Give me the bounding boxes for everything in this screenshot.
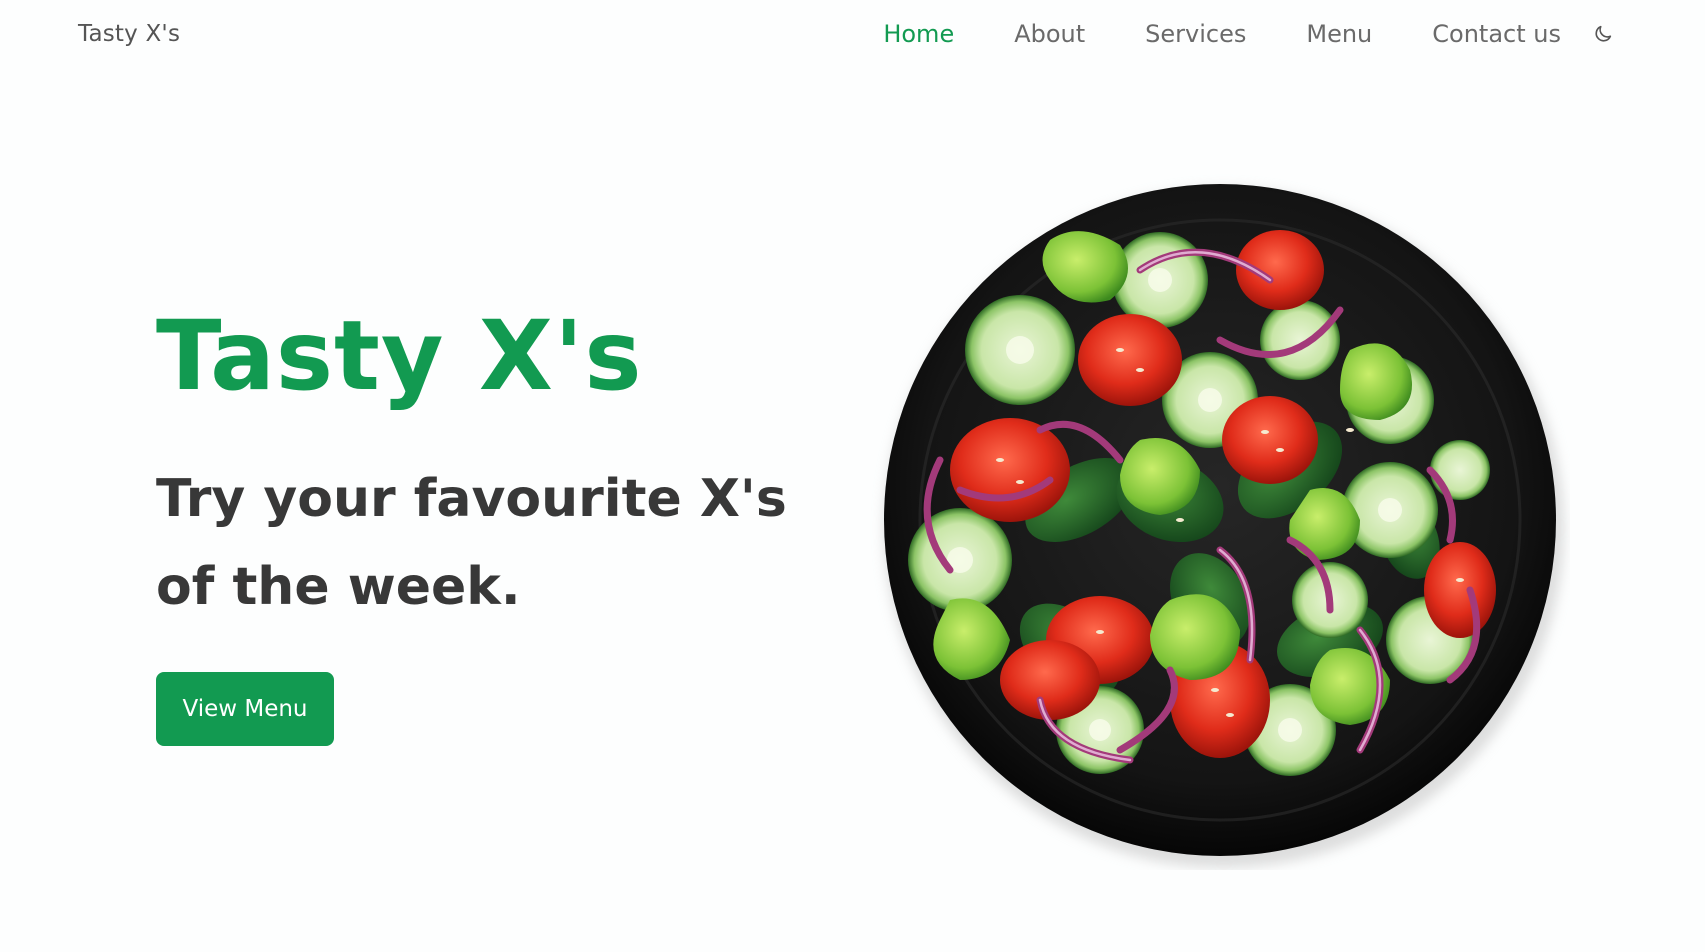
hero-title: Tasty X's bbox=[156, 300, 643, 412]
nav-link-services[interactable]: Services bbox=[1145, 20, 1246, 48]
view-menu-button[interactable]: View Menu bbox=[156, 672, 334, 746]
moon-icon bbox=[1595, 25, 1612, 42]
salad-illustration bbox=[884, 184, 1564, 868]
brand-logo[interactable]: Tasty X's bbox=[78, 21, 180, 47]
hero-subtitle: Try your favourite X's of the week. bbox=[156, 469, 787, 617]
nav-link-about[interactable]: About bbox=[1014, 20, 1085, 48]
main-nav: Home About Services Menu Contact us bbox=[823, 20, 1615, 48]
salad-plate-image bbox=[870, 170, 1570, 870]
theme-toggle-button[interactable] bbox=[1591, 22, 1615, 46]
landing-page: Tasty X's Home About Services Menu Conta… bbox=[0, 0, 1705, 952]
nav-link-menu[interactable]: Menu bbox=[1306, 20, 1372, 48]
nav-link-contact[interactable]: Contact us bbox=[1432, 20, 1561, 48]
nav-link-home[interactable]: Home bbox=[883, 20, 954, 48]
